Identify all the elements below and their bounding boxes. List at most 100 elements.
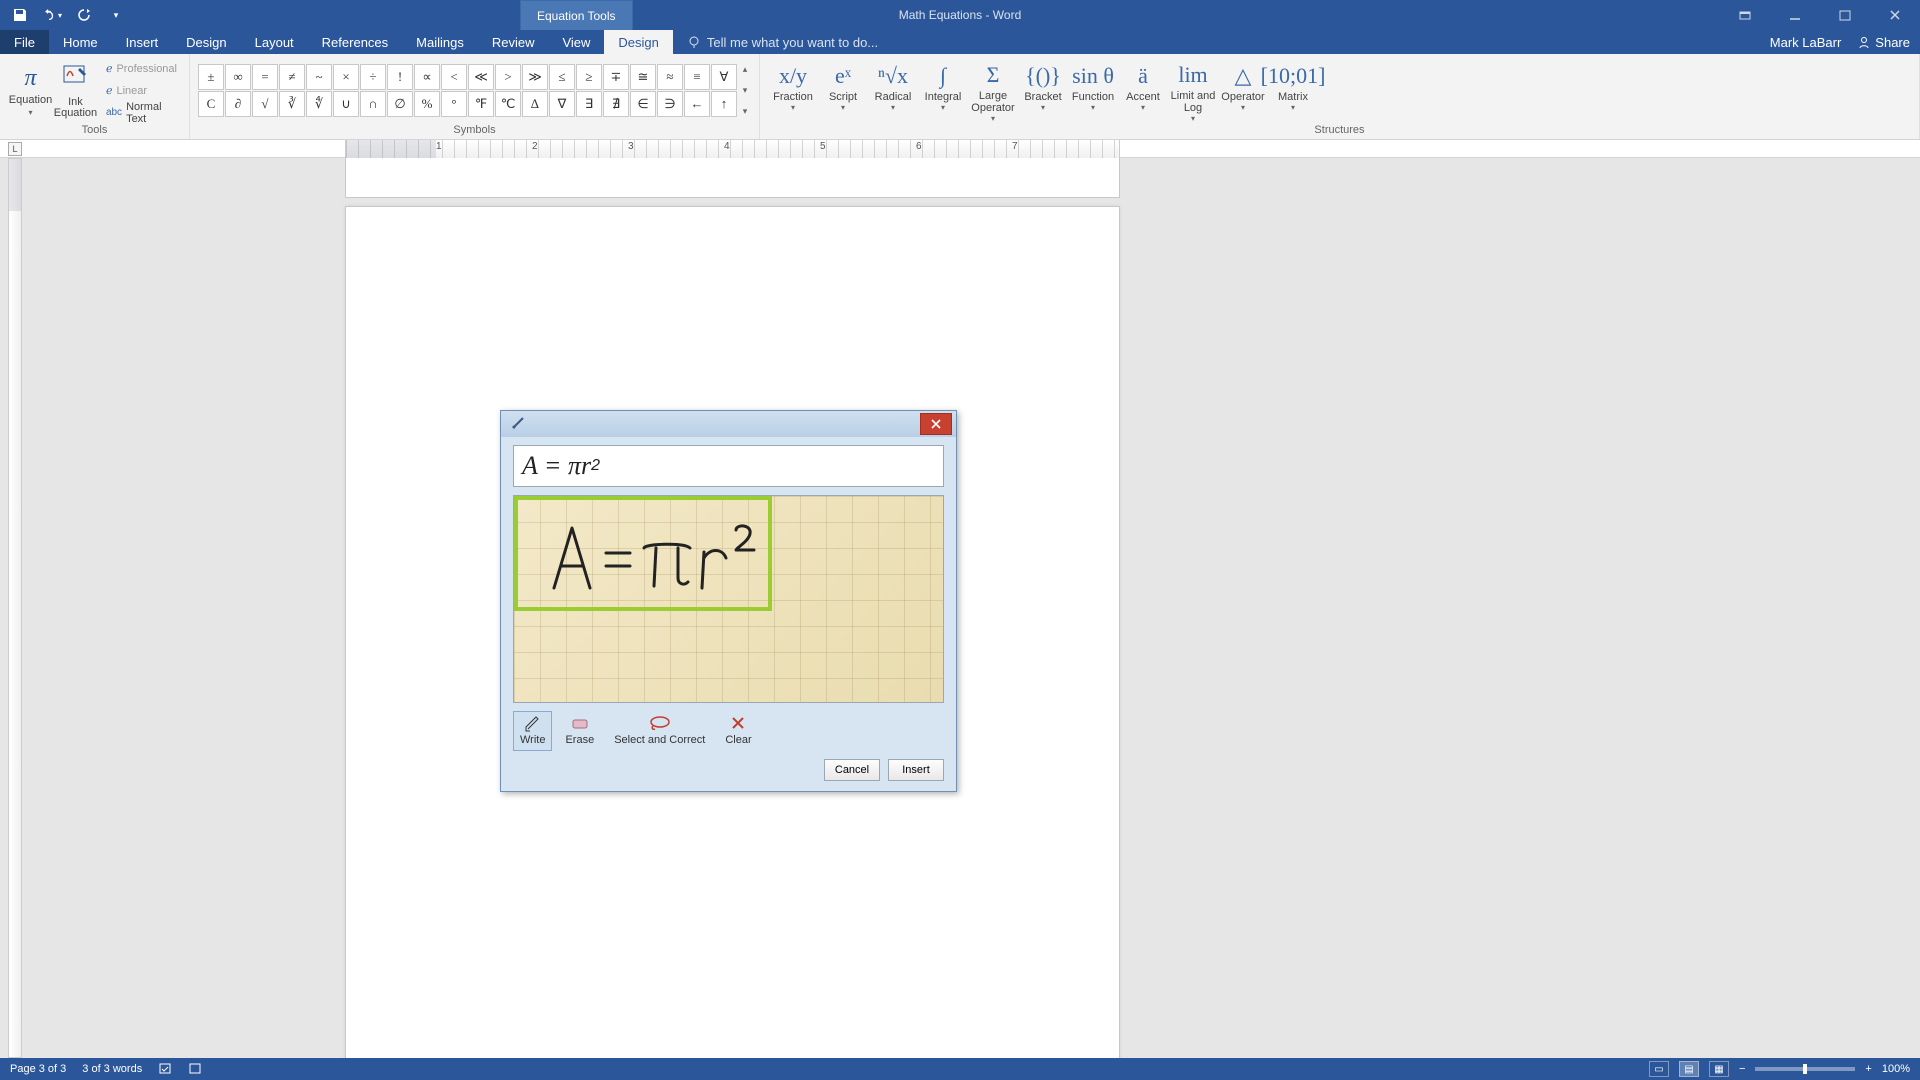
undo-icon[interactable]: ▾ [42,5,62,25]
symbol-cell[interactable]: ≫ [522,64,548,90]
symbol-cell[interactable]: ∅ [387,91,413,117]
ribbon-display-options-icon[interactable] [1730,0,1760,30]
clear-tool-button[interactable]: Clear [718,711,758,751]
symbol-cell[interactable]: ≤ [549,64,575,90]
word-count[interactable]: 3 of 3 words [82,1063,142,1075]
structure-limit-and-log-button[interactable]: limLimit and Log▾ [1168,59,1218,123]
symbol-cell[interactable]: ≪ [468,64,494,90]
tab-insert[interactable]: Insert [112,30,173,54]
symbol-cell[interactable]: ≡ [684,64,710,90]
dialog-close-button[interactable] [920,413,952,435]
cancel-button[interactable]: Cancel [824,759,880,781]
zoom-slider[interactable] [1755,1067,1855,1071]
ink-writing-pad[interactable] [513,495,944,703]
spellcheck-icon[interactable] [158,1061,172,1078]
structure-integral-button[interactable]: ∫Integral▾ [918,59,968,123]
symbol-cell[interactable]: ≥ [576,64,602,90]
normal-text-button[interactable]: abc Normal Text [102,103,181,123]
symbol-cell[interactable]: ≠ [279,64,305,90]
structure-script-button[interactable]: eˣScript▾ [818,59,868,123]
symbol-cell[interactable]: ÷ [360,64,386,90]
save-icon[interactable] [10,5,30,25]
symbol-cell[interactable]: ∓ [603,64,629,90]
linear-button[interactable]: ℯ Linear [102,81,181,101]
symbol-cell[interactable]: ∞ [225,64,251,90]
tab-layout[interactable]: Layout [241,30,308,54]
tab-equation-design[interactable]: Design [604,30,672,54]
symbol-cell[interactable]: ℉ [468,91,494,117]
symbols-scroll-down-icon[interactable]: ▾ [739,85,751,96]
qat-customize-icon[interactable]: ▾ [106,5,126,25]
tell-me-search[interactable]: Tell me what you want to do... [673,30,878,54]
web-layout-button[interactable]: ▦ [1709,1061,1729,1077]
symbol-cell[interactable]: ∃ [576,91,602,117]
symbol-cell[interactable]: √ [252,91,278,117]
write-tool-button[interactable]: Write [513,711,552,751]
tab-mailings[interactable]: Mailings [402,30,478,54]
professional-button[interactable]: ℯ Professional [102,59,181,79]
insert-button[interactable]: Insert [888,759,944,781]
symbol-cell[interactable]: ∈ [630,91,656,117]
symbols-scroll-up-icon[interactable]: ▴ [739,64,751,75]
symbol-cell[interactable]: ∝ [414,64,440,90]
symbol-cell[interactable]: ∜ [306,91,332,117]
symbol-cell[interactable]: = [252,64,278,90]
zoom-level[interactable]: 100% [1882,1063,1910,1075]
symbol-cell[interactable]: % [414,91,440,117]
structure-fraction-button[interactable]: x/yFraction▾ [768,59,818,123]
macro-icon[interactable] [188,1061,202,1078]
equation-button[interactable]: π Equation ▾ [8,59,53,123]
share-button[interactable]: Share [1857,35,1910,50]
symbol-cell[interactable]: C [198,91,224,117]
tab-home[interactable]: Home [49,30,112,54]
symbol-cell[interactable]: > [495,64,521,90]
symbols-more-icon[interactable]: ▾ [739,106,751,117]
symbol-cell[interactable]: ≅ [630,64,656,90]
tab-design[interactable]: Design [172,30,240,54]
redo-icon[interactable] [74,5,94,25]
tab-references[interactable]: References [308,30,402,54]
symbol-cell[interactable]: ℃ [495,91,521,117]
structure-matrix-button[interactable]: [10;01]Matrix▾ [1268,59,1318,123]
symbol-cell[interactable]: × [333,64,359,90]
erase-tool-button[interactable]: Erase [558,711,601,751]
symbol-cell[interactable]: ∛ [279,91,305,117]
structure-bracket-button[interactable]: {()}Bracket▾ [1018,59,1068,123]
symbol-cell[interactable]: ∄ [603,91,629,117]
symbol-cell[interactable]: ∇ [549,91,575,117]
symbol-cell[interactable]: ∂ [225,91,251,117]
structure-function-button[interactable]: sin θFunction▾ [1068,59,1118,123]
minimize-icon[interactable] [1780,0,1810,30]
select-correct-tool-button[interactable]: Select and Correct [607,711,712,751]
ink-equation-button[interactable]: Ink Equation [53,59,98,123]
symbol-cell[interactable]: ≈ [657,64,683,90]
symbol-cell[interactable]: ∋ [657,91,683,117]
structure-accent-button[interactable]: äAccent▾ [1118,59,1168,123]
zoom-in-button[interactable]: + [1865,1063,1871,1075]
read-mode-button[interactable]: ▭ [1649,1061,1669,1077]
structure-large-operator-button[interactable]: ΣLarge Operator▾ [968,59,1018,123]
dialog-titlebar[interactable] [501,411,956,437]
tab-selector[interactable]: L [8,142,22,156]
symbol-cell[interactable]: ← [684,91,710,117]
user-name[interactable]: Mark LaBarr [1770,35,1842,50]
structure-radical-button[interactable]: ⁿ√xRadical▾ [868,59,918,123]
tab-file[interactable]: File [0,30,49,54]
vertical-ruler[interactable] [8,158,22,1058]
symbol-cell[interactable]: ∆ [522,91,548,117]
tab-view[interactable]: View [548,30,604,54]
symbol-cell[interactable]: ∀ [711,64,737,90]
symbol-cell[interactable]: < [441,64,467,90]
symbol-cell[interactable]: ↑ [711,91,737,117]
symbol-cell[interactable]: ~ [306,64,332,90]
maximize-icon[interactable] [1830,0,1860,30]
close-icon[interactable] [1880,0,1910,30]
symbol-cell[interactable]: ° [441,91,467,117]
tab-review[interactable]: Review [478,30,549,54]
symbol-cell[interactable]: ∩ [360,91,386,117]
print-layout-button[interactable]: ▤ [1679,1061,1699,1077]
zoom-out-button[interactable]: − [1739,1063,1745,1075]
symbol-cell[interactable]: ! [387,64,413,90]
symbol-cell[interactable]: ∪ [333,91,359,117]
horizontal-ruler[interactable]: 1234567 [345,140,1120,158]
